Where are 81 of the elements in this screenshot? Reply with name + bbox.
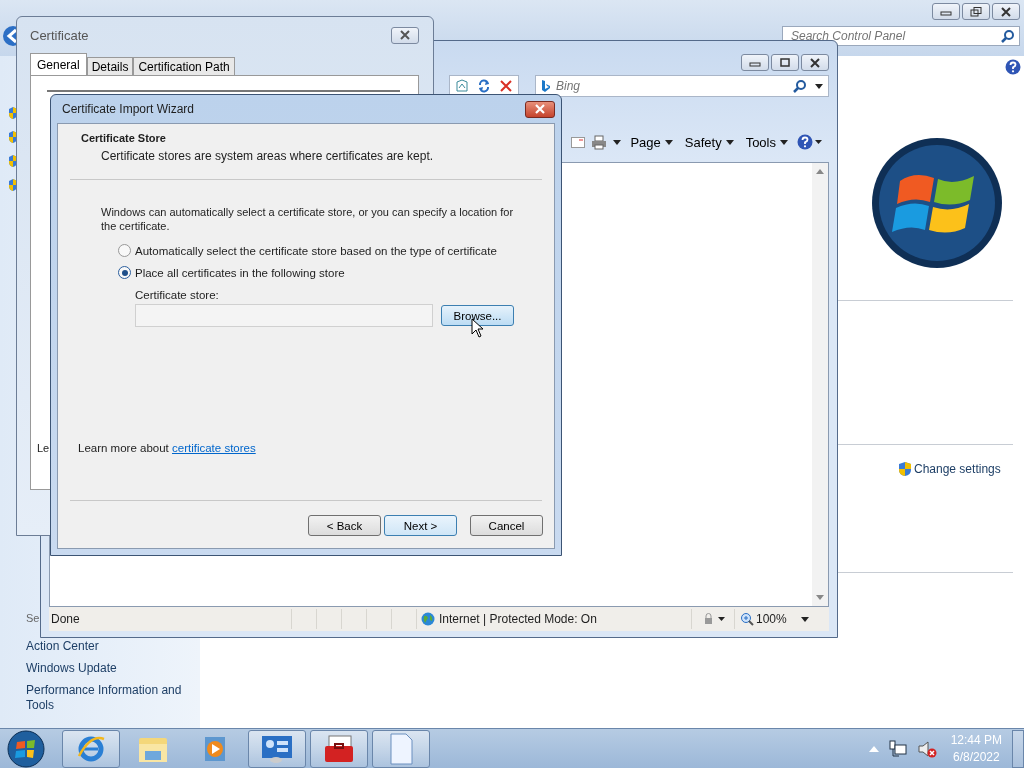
wizard-button[interactable]: < Back	[308, 515, 381, 536]
restore-icon	[970, 6, 982, 17]
show-desktop-button[interactable]	[1012, 729, 1024, 768]
clock-time: 12:44 PM	[950, 731, 1002, 749]
printer-icon[interactable]	[591, 134, 608, 150]
close-icon	[809, 57, 821, 68]
tab[interactable]: Certification Path	[133, 57, 235, 75]
refresh-icon[interactable]	[477, 79, 491, 93]
radio-button[interactable]	[118, 266, 131, 279]
field-label: Certificate store:	[135, 289, 220, 301]
tab[interactable]: Details	[86, 57, 134, 75]
restore-button[interactable]	[962, 3, 990, 20]
maximize-icon	[779, 57, 791, 68]
search-field[interactable]: Search Control Panel	[782, 26, 1020, 46]
change-settings-link[interactable]: Change settings	[914, 462, 1001, 476]
page-heading: Certificate Store	[81, 132, 167, 144]
certificate-stores-link[interactable]: certificate stores	[172, 442, 256, 454]
stop-icon[interactable]	[499, 79, 513, 93]
document-icon	[388, 732, 414, 765]
security-zone-text: Internet | Protected Mode: On	[439, 612, 597, 626]
shield-icon	[898, 461, 912, 477]
command-menu-button[interactable]: Tools	[742, 134, 791, 150]
muted-speaker-icon[interactable]	[916, 739, 937, 758]
zoom-level[interactable]: 100%	[756, 612, 787, 626]
option-label[interactable]: Automatically select the certificate store based on the type of certificate	[135, 244, 497, 257]
instruction-text: Windows can automatically select a certificate store, or you can specify a location for the certificate.	[101, 205, 515, 233]
sidebar-link[interactable]: Windows Update	[26, 661, 117, 676]
command-menu-button[interactable]: Page	[627, 134, 676, 150]
network-icon[interactable]	[888, 739, 907, 758]
search-icon	[1001, 29, 1015, 43]
certificate-store-field[interactable]	[135, 304, 433, 327]
see-also-heading: Se	[26, 612, 40, 624]
caret-icon	[664, 139, 673, 145]
maximize-button[interactable]	[771, 54, 799, 71]
scroll-up-icon[interactable]	[816, 169, 824, 174]
close-button[interactable]	[992, 3, 1020, 20]
taskbar-button[interactable]	[310, 729, 368, 768]
dialog-title: Certificate	[30, 27, 89, 43]
page-description: Certificate stores are system areas where certificates are kept.	[100, 149, 435, 163]
search-field[interactable]: Bing	[535, 75, 829, 97]
scrollbar[interactable]	[812, 163, 828, 606]
sidebar-link[interactable]: Action Center	[26, 639, 99, 654]
start-button[interactable]	[6, 728, 46, 768]
close-button[interactable]	[391, 26, 419, 44]
command-menu-button[interactable]: Safety	[681, 134, 737, 150]
radio-button[interactable]	[118, 244, 131, 257]
clock-date: 6/8/2022	[952, 748, 1000, 766]
close-icon	[534, 104, 546, 114]
caret-icon	[725, 139, 734, 145]
caret-icon	[780, 139, 788, 145]
mail-icon[interactable]	[571, 136, 586, 148]
close-button[interactable]	[525, 100, 555, 118]
status-text: Done	[50, 612, 81, 626]
minimize-button[interactable]	[741, 54, 769, 71]
toolbox-icon	[323, 733, 355, 764]
help-icon[interactable]	[1005, 59, 1021, 75]
tab[interactable]: General	[30, 53, 87, 75]
help-icon[interactable]	[797, 134, 823, 150]
dropdown-arrow-icon[interactable]	[815, 84, 823, 89]
globe-icon	[421, 612, 435, 626]
text-fragment: Le	[37, 442, 50, 454]
zoom-icon[interactable]	[741, 612, 754, 626]
sidebar-link[interactable]: Performance Information and Tools	[26, 683, 191, 713]
mouse-cursor-icon	[471, 318, 484, 338]
control-panel-icon	[260, 733, 294, 764]
close-icon	[399, 30, 411, 40]
close-button[interactable]	[801, 54, 829, 71]
browse-button[interactable]: Browse...	[441, 305, 514, 326]
scroll-down-icon[interactable]	[816, 595, 824, 600]
dropdown-arrow-icon[interactable]	[613, 139, 622, 145]
media-player-icon	[202, 734, 228, 763]
bing-icon	[541, 79, 551, 93]
wizard-button[interactable]: Cancel	[470, 515, 543, 536]
wizard-button[interactable]: Next >	[384, 515, 457, 536]
compatibility-icon[interactable]	[455, 79, 469, 93]
dialog-title: Certificate Import Wizard	[62, 102, 195, 116]
search-icon	[793, 79, 807, 93]
option-label[interactable]: Place all certificates in the following store	[135, 266, 345, 279]
learn-more-text: Learn more about	[78, 442, 169, 454]
dropdown-arrow-icon[interactable]	[800, 616, 809, 622]
close-icon	[1000, 6, 1012, 17]
